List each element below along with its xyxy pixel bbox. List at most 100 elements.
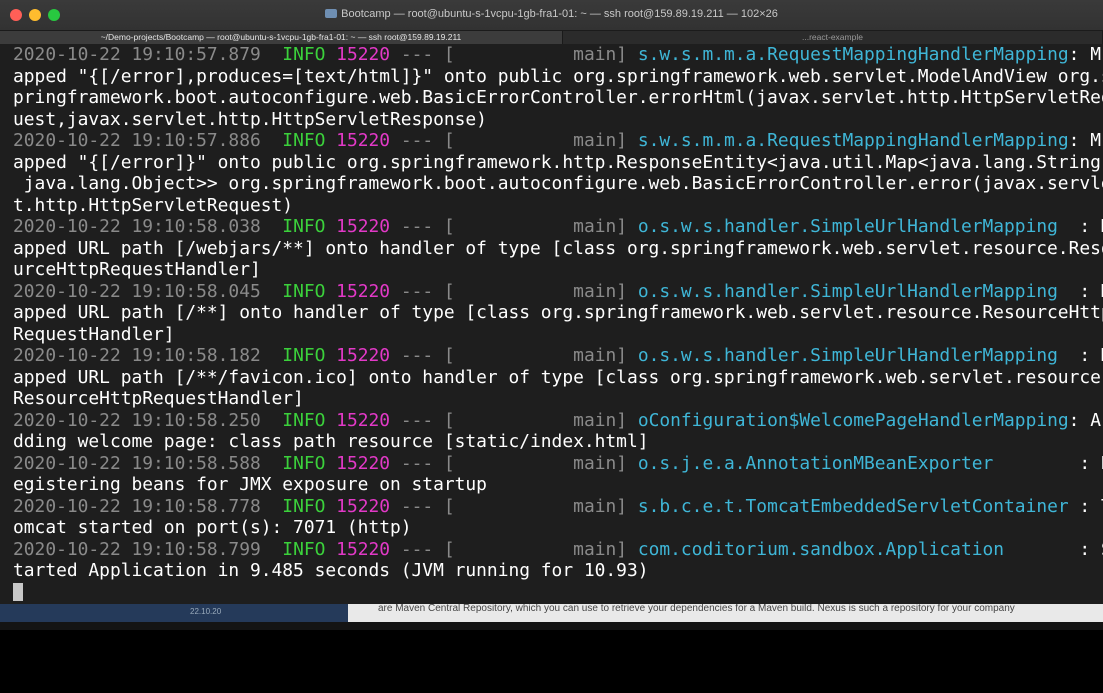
terminal-cursor — [13, 582, 23, 601]
log-header-line: 2020-10-22 19:10:57.886 INFO 15220 --- [… — [13, 130, 1101, 151]
log-message-start: : A — [1068, 409, 1101, 431]
log-separator: --- — [400, 495, 434, 517]
log-message-line: urceHttpRequestHandler] — [13, 259, 261, 280]
log-message-line: apped URL path [/webjars/**] onto handle… — [13, 237, 1103, 259]
log-separator: --- — [400, 345, 434, 366]
log-message-start: : M — [1079, 216, 1103, 237]
tab-bootcamp-ssh[interactable]: ~/Demo-projects/Bootcamp — root@ubuntu-s… — [0, 31, 563, 44]
log-message-line: RequestHandler] — [13, 323, 175, 345]
window-title-text: Bootcamp — root@ubuntu-s-1vcpu-1gb-fra1-… — [341, 8, 778, 20]
log-message-start: : R — [1079, 452, 1103, 474]
log-level: INFO — [282, 345, 326, 366]
log-message-line: egistering beans for JMX exposure on sta… — [13, 474, 487, 495]
log-timestamp: 2020-10-22 19:10:58.045 — [13, 280, 261, 302]
log-logger: oConfiguration$WelcomePageHandlerMapping — [637, 409, 1069, 431]
log-logger: com.coditorium.sandbox.Application — [637, 538, 1069, 560]
title-bar[interactable]: Bootcamp — root@ubuntu-s-1vcpu-1gb-fra1-… — [0, 0, 1103, 31]
log-header-line: 2020-10-22 19:10:58.799 INFO 15220 --- [… — [13, 539, 1103, 560]
log-level: INFO — [282, 538, 326, 560]
log-timestamp: 2020-10-22 19:10:58.588 — [13, 452, 261, 474]
log-separator: --- — [400, 409, 434, 431]
log-timestamp: 2020-10-22 19:10:58.799 — [13, 538, 261, 560]
log-pid: 15220 — [336, 538, 391, 560]
log-pid: 15220 — [336, 130, 391, 151]
tab-react-example[interactable]: ...react-example — [563, 31, 1103, 44]
log-thread: [ main] — [443, 216, 628, 237]
log-logger: o.s.w.s.handler.SimpleUrlHandlerMapping — [637, 280, 1069, 302]
log-thread: [ main] — [443, 495, 628, 517]
log-message-line: apped URL path [/**/favicon.ico] onto ha… — [13, 366, 1101, 388]
log-logger: s.w.s.m.m.a.RequestMappingHandlerMapping — [637, 44, 1069, 65]
log-header-line: 2020-10-22 19:10:58.778 INFO 15220 --- [… — [13, 496, 1103, 517]
log-level: INFO — [282, 280, 326, 302]
log-level: INFO — [282, 495, 326, 517]
log-separator: --- — [400, 280, 434, 302]
log-header-line: 2020-10-22 19:10:58.045 INFO 15220 --- [… — [13, 281, 1103, 302]
log-message-start: : S — [1079, 538, 1103, 560]
log-message-line: ResourceHttpRequestHandler] — [13, 388, 304, 409]
log-level: INFO — [282, 452, 326, 474]
log-timestamp: 2020-10-22 19:10:58.778 — [13, 495, 261, 517]
log-message-line: uest,javax.servlet.http.HttpServletRespo… — [13, 108, 487, 130]
log-separator: --- — [400, 452, 434, 474]
log-message-start: : M — [1079, 345, 1103, 366]
log-thread: [ main] — [443, 44, 628, 65]
background-window: 22.10.20 are Maven Central Repository, w… — [0, 604, 1103, 622]
terminal-window: Bootcamp — root@ubuntu-s-1vcpu-1gb-fra1-… — [0, 0, 1103, 622]
folder-icon — [325, 9, 338, 18]
log-pid: 15220 — [336, 280, 391, 302]
log-separator: --- — [400, 216, 434, 237]
log-thread: [ main] — [443, 452, 628, 474]
log-output: 2020-10-22 19:10:57.879 INFO 15220 --- [… — [13, 44, 1103, 603]
background-sidebar: 22.10.20 — [0, 604, 348, 622]
terminal-output[interactable]: 2020-10-22 19:10:57.879 INFO 15220 --- [… — [0, 44, 1103, 604]
log-header-line: 2020-10-22 19:10:58.588 INFO 15220 --- [… — [13, 453, 1103, 474]
log-message-line: omcat started on port(s): 7071 (http) — [13, 517, 412, 538]
dock-strip — [0, 622, 1103, 630]
window-title: Bootcamp — root@ubuntu-s-1vcpu-1gb-fra1-… — [0, 8, 1103, 20]
log-logger: o.s.w.s.handler.SimpleUrlHandlerMapping — [637, 216, 1069, 237]
log-message-line: java.lang.Object>> org.springframework.b… — [13, 173, 1103, 194]
log-pid: 15220 — [336, 409, 391, 431]
log-message-start: : M — [1068, 44, 1101, 65]
log-header-line: 2020-10-22 19:10:58.038 INFO 15220 --- [… — [13, 216, 1103, 237]
log-thread: [ main] — [443, 409, 628, 431]
log-logger: s.w.s.m.m.a.RequestMappingHandlerMapping — [637, 130, 1069, 151]
log-level: INFO — [282, 130, 326, 151]
log-header-line: 2020-10-22 19:10:58.182 INFO 15220 --- [… — [13, 345, 1103, 366]
log-pid: 15220 — [336, 44, 391, 65]
log-message-line: t.http.HttpServletRequest) — [13, 194, 294, 216]
log-separator: --- — [400, 130, 434, 151]
log-timestamp: 2020-10-22 19:10:58.250 — [13, 409, 261, 431]
log-logger: s.b.c.e.t.TomcatEmbeddedServletContainer — [637, 495, 1069, 517]
log-level: INFO — [282, 44, 326, 65]
log-message-line: apped URL path [/**] onto handler of typ… — [13, 302, 1103, 323]
log-header-line: 2020-10-22 19:10:57.879 INFO 15220 --- [… — [13, 44, 1101, 65]
log-thread: [ main] — [443, 130, 628, 151]
log-pid: 15220 — [336, 495, 391, 517]
log-separator: --- — [400, 44, 434, 65]
log-separator: --- — [400, 538, 434, 560]
log-pid: 15220 — [336, 345, 391, 366]
log-message-line: tarted Application in 9.485 seconds (JVM… — [13, 560, 649, 581]
tab-bar: ~/Demo-projects/Bootcamp — root@ubuntu-s… — [0, 31, 1103, 44]
log-level: INFO — [282, 409, 326, 431]
log-message-start: : M — [1068, 130, 1101, 151]
log-message-line: pringframework.boot.autoconfigure.web.Ba… — [13, 87, 1103, 108]
log-pid: 15220 — [336, 452, 391, 474]
background-date: 22.10.20 — [190, 607, 222, 616]
log-header-line: 2020-10-22 19:10:58.250 INFO 15220 --- [… — [13, 410, 1101, 431]
log-message-line: apped "{[/error],produces=[text/html]}" … — [13, 65, 1103, 87]
log-message-start: : M — [1079, 280, 1103, 302]
log-timestamp: 2020-10-22 19:10:58.038 — [13, 216, 261, 237]
log-message-line: apped "{[/error]}" onto public org.sprin… — [13, 151, 1101, 173]
log-message-start: : T — [1079, 495, 1103, 517]
log-timestamp: 2020-10-22 19:10:57.879 — [13, 44, 261, 65]
log-thread: [ main] — [443, 280, 628, 302]
log-pid: 15220 — [336, 216, 391, 237]
log-logger: o.s.w.s.handler.SimpleUrlHandlerMapping — [637, 345, 1069, 366]
log-message-line: dding welcome page: class path resource … — [13, 431, 649, 452]
log-logger: o.s.j.e.a.AnnotationMBeanExporter — [637, 452, 1069, 474]
background-document-text: are Maven Central Repository, which you … — [348, 604, 1103, 622]
log-thread: [ main] — [443, 345, 628, 366]
